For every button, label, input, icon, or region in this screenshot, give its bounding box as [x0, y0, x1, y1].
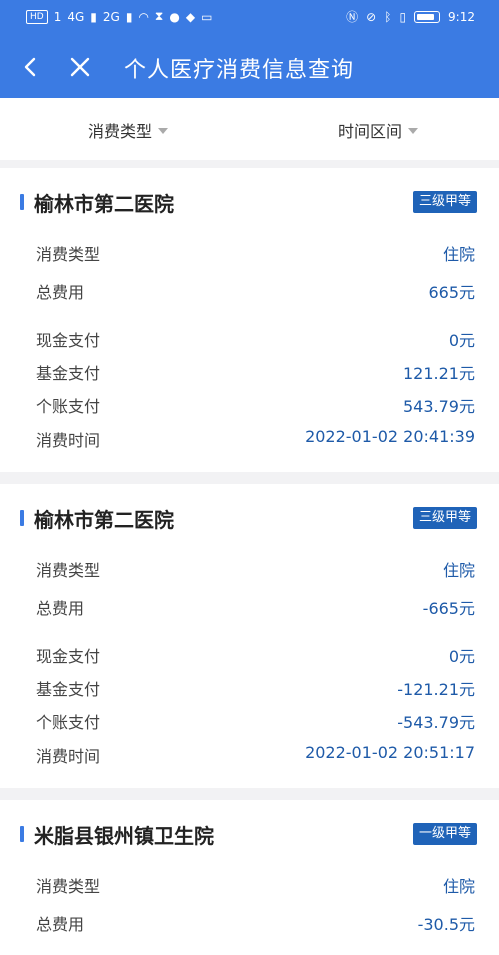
- row-label: 现金支付: [36, 331, 101, 350]
- record-row: 消费类型 住院: [0, 870, 499, 896]
- row-value: 543.79元: [403, 397, 475, 416]
- clock: 9:12: [448, 9, 475, 24]
- record-row: 消费类型 住院: [0, 554, 499, 580]
- record-row: 消费类型 住院: [0, 238, 499, 264]
- filter-consumption-type[interactable]: 消费类型: [88, 118, 169, 142]
- row-label: 个账支付: [36, 397, 101, 416]
- record-row: 总费用 -665元: [0, 592, 499, 618]
- row-value: 0元: [448, 331, 475, 350]
- row-label: 总费用: [36, 599, 85, 618]
- accent-bar: [20, 194, 24, 210]
- hospital-grade-badge: 三级甲等: [412, 507, 477, 529]
- filter-label: 消费类型: [88, 122, 153, 141]
- record-row: 基金支付 -121.21元: [0, 673, 499, 699]
- caret-down-icon: [408, 128, 419, 134]
- close-icon: [70, 57, 90, 77]
- network-1: 4G: [67, 9, 85, 24]
- signal-icon-1: ▮: [90, 9, 97, 24]
- row-value: 2022-01-02 20:41:39: [305, 427, 475, 446]
- row-label: 消费类型: [36, 877, 101, 896]
- row-value: -30.5元: [417, 915, 475, 934]
- row-label: 总费用: [36, 283, 85, 302]
- wifi-icon: ◠: [138, 9, 149, 24]
- filter-label: 时间区间: [338, 122, 403, 141]
- record-row: 个账支付 543.79元: [0, 390, 499, 416]
- row-value: -665元: [422, 599, 475, 618]
- row-value: 住院: [442, 561, 475, 580]
- record-header: 榆林市第二医院 三级甲等: [0, 186, 499, 218]
- row-label: 基金支付: [36, 680, 101, 699]
- status-bar: HD 1 4G ▮ 2G ▮ ◠ ⧗ ● ◆ ▭ Ⓝ ⊘ ᛒ ▯ 9:12: [0, 0, 499, 36]
- chevron-left-icon: [24, 57, 36, 77]
- row-value: 住院: [442, 245, 475, 264]
- hospital-grade-badge: 三级甲等: [412, 191, 477, 213]
- hospital-name: 榆林市第二医院: [34, 192, 174, 216]
- record-header: 米脂县银州镇卫生院 一级甲等: [0, 818, 499, 850]
- row-label: 基金支付: [36, 364, 101, 383]
- record-card[interactable]: 榆林市第二医院 三级甲等 消费类型 住院 总费用 665元 现金支付 0元 基金…: [0, 168, 499, 472]
- record-row: 现金支付 0元: [0, 324, 499, 350]
- row-value: 住院: [442, 877, 475, 896]
- bluetooth-icon: ᛒ: [384, 9, 392, 24]
- nfc-icon: Ⓝ: [346, 10, 359, 24]
- close-button[interactable]: [66, 50, 94, 84]
- status-right: Ⓝ ⊘ ᛒ ▯ 9:12: [346, 8, 475, 25]
- row-value: 0元: [448, 647, 475, 666]
- row-label: 消费时间: [36, 747, 101, 766]
- filter-bar: 消费类型 时间区间: [0, 98, 499, 160]
- row-value: -543.79元: [397, 713, 475, 732]
- accent-bar: [20, 510, 24, 526]
- row-label: 个账支付: [36, 713, 101, 732]
- row-label: 消费类型: [36, 561, 101, 580]
- record-card[interactable]: 榆林市第二医院 三级甲等 消费类型 住院 总费用 -665元 现金支付 0元 基…: [0, 484, 499, 788]
- mute-icon: ⊘: [366, 9, 377, 24]
- record-row: 总费用 665元: [0, 276, 499, 302]
- record-row: 个账支付 -543.79元: [0, 706, 499, 732]
- back-button[interactable]: [18, 50, 42, 84]
- sim1-indicator: 1: [53, 9, 62, 24]
- hourglass-icon: ⧗: [154, 9, 164, 23]
- row-value: 2022-01-02 20:51:17: [305, 743, 475, 762]
- hospital-name: 榆林市第二医院: [34, 508, 174, 532]
- record-row: 现金支付 0元: [0, 640, 499, 666]
- row-value: 121.21元: [403, 364, 475, 383]
- record-row: 基金支付 121.21元: [0, 357, 499, 383]
- row-label: 消费类型: [36, 245, 101, 264]
- top-app-bar: 个人医疗消费信息查询: [0, 36, 499, 98]
- record-row: 消费时间 2022-01-02 20:41:39: [0, 424, 499, 450]
- row-value: -121.21元: [397, 680, 475, 699]
- record-row: 消费时间 2022-01-02 20:51:17: [0, 740, 499, 766]
- hospital-name: 米脂县银州镇卫生院: [34, 824, 214, 848]
- shield-icon: ◆: [185, 9, 196, 24]
- record-header: 榆林市第二医院 三级甲等: [0, 502, 499, 534]
- vibrate-icon: ▯: [399, 9, 407, 24]
- network-2: 2G: [102, 9, 120, 24]
- row-label: 现金支付: [36, 647, 101, 666]
- record-card[interactable]: 米脂县银州镇卫生院 一级甲等 消费类型 住院 总费用 -30.5元: [0, 800, 499, 955]
- record-row: 总费用 -30.5元: [0, 908, 499, 934]
- battery-icon: [414, 10, 441, 23]
- page-title: 个人医疗消费信息查询: [124, 58, 355, 83]
- caret-down-icon: [158, 128, 169, 134]
- hospital-grade-badge: 一级甲等: [412, 823, 477, 845]
- message-icon: ▭: [201, 9, 213, 24]
- accent-bar: [20, 826, 24, 842]
- app-notification-icon: ●: [169, 9, 180, 24]
- row-label: 消费时间: [36, 431, 101, 450]
- status-left: HD 1 4G ▮ 2G ▮ ◠ ⧗ ● ◆ ▭: [26, 9, 212, 24]
- row-value: 665元: [428, 283, 475, 302]
- signal-icon-2: ▮: [125, 9, 133, 24]
- hd-indicator: HD: [26, 9, 48, 24]
- row-label: 总费用: [36, 915, 85, 934]
- filter-time-range[interactable]: 时间区间: [338, 118, 419, 142]
